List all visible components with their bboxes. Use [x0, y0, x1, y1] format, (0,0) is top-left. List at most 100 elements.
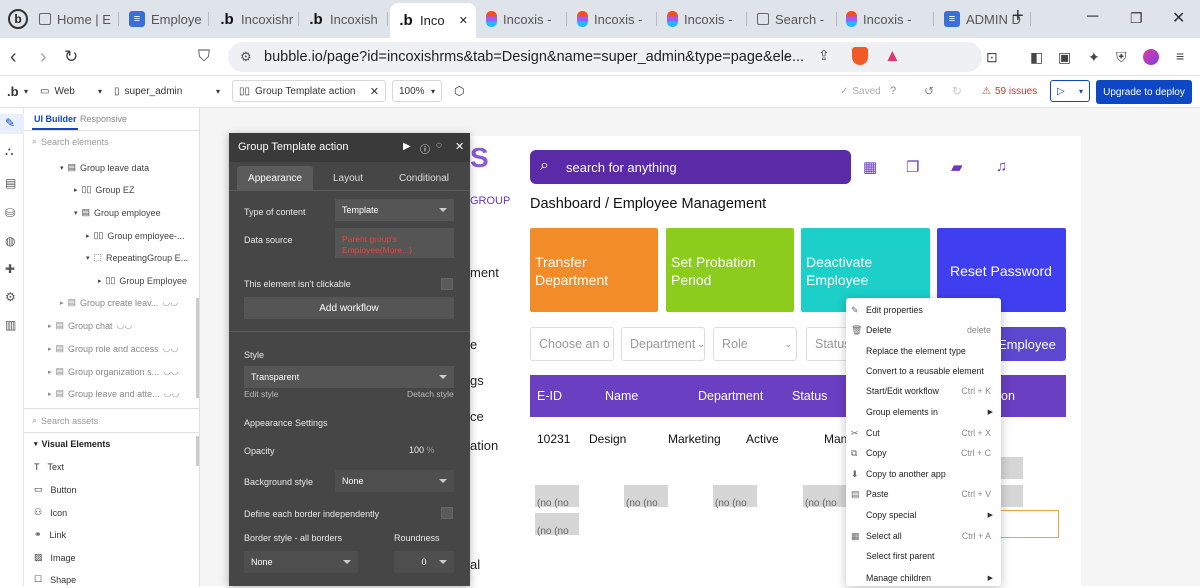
reload-icon[interactable]: ↻: [64, 47, 78, 67]
close-window-icon[interactable]: ✕: [1172, 8, 1185, 28]
tab-layout[interactable]: Layout: [313, 166, 383, 190]
plugins-icon[interactable]: ✚: [5, 262, 15, 276]
chat-bubbles-icon[interactable]: ❐: [906, 158, 919, 176]
cube-icon[interactable]: ⬡: [454, 80, 464, 102]
upgrade-deploy-button[interactable]: Upgrade to deploy: [1096, 80, 1192, 104]
tree-item[interactable]: ▾ ▤ Group leave data: [60, 162, 149, 173]
brave-rewards-icon[interactable]: ▲: [884, 46, 901, 66]
browser-tab[interactable]: Home | E: [31, 4, 119, 34]
detach-style-link[interactable]: Detach style: [407, 389, 454, 399]
zoom-icon[interactable]: ⌕: [784, 47, 792, 64]
clickable-checkbox[interactable]: [441, 278, 453, 290]
close-icon[interactable]: ✕: [455, 140, 464, 153]
logs-icon[interactable]: ▥: [5, 318, 16, 332]
tab-appearance[interactable]: Appearance: [237, 166, 313, 190]
tree-item[interactable]: ▸ ▯▯ Group employee-...: [86, 230, 184, 241]
menu-item-edit-properties[interactable]: ✎ Edit properties: [846, 300, 1001, 320]
menu-item-copy-to-another-app[interactable]: ⬇ Copy to another app: [846, 464, 1001, 484]
visual-elements-header[interactable]: ▾ Visual Elements: [34, 439, 110, 449]
bubble-app-icon[interactable]: b: [8, 9, 28, 29]
set-probation-card[interactable]: Set Probation Period: [666, 228, 794, 312]
share-icon[interactable]: ⇪: [818, 47, 830, 64]
undo-icon[interactable]: ↺: [924, 80, 934, 102]
visual-element-shape[interactable]: ☐ Shape: [34, 574, 76, 585]
hidden-eye-icon[interactable]: ◡◡: [164, 388, 180, 399]
comment-icon[interactable]: ◌: [436, 140, 442, 151]
browser-tab[interactable]: Incoxis -: [569, 4, 657, 34]
screenshot-icon[interactable]: ⊡: [986, 49, 998, 66]
tree-item[interactable]: ▸ ▤ Group leave and atte... ◡◡: [48, 388, 179, 399]
vpn-icon[interactable]: ⛨: [1116, 49, 1127, 66]
visual-element-link[interactable]: ⚭ Link: [34, 529, 66, 540]
menu-item-manage-children[interactable]: Manage children ▶: [846, 568, 1001, 588]
brave-shield-icon[interactable]: [852, 47, 868, 65]
play-icon[interactable]: ▶: [403, 141, 411, 152]
add-workflow-button[interactable]: Add workflow: [244, 297, 454, 319]
browser-tab[interactable]: Incoxis -: [478, 4, 567, 34]
info-icon[interactable]: ⓘ: [420, 141, 430, 156]
tree-item[interactable]: ▾ ⬚ RepeatingGroup E...: [86, 252, 188, 263]
edit-style-link[interactable]: Edit style: [244, 389, 279, 399]
menu-item-copy-special[interactable]: Copy special ▶: [846, 505, 1001, 525]
border-independent-checkbox[interactable]: [441, 507, 453, 519]
border-style-dropdown[interactable]: None: [244, 551, 358, 573]
roundness-dropdown[interactable]: 0: [394, 551, 454, 573]
search-assets-input[interactable]: Search assets: [41, 416, 98, 426]
property-editor[interactable]: Group Template action ▶ ⓘ ◌ ✕ Appearance…: [229, 133, 470, 586]
browser-tab[interactable]: .b Incoxishr: [211, 4, 299, 34]
close-icon[interactable]: ✕: [370, 85, 379, 98]
browser-tab[interactable]: .b Incoxish: [300, 4, 388, 34]
opacity-field[interactable]: 100 %: [409, 445, 435, 455]
menu-item-paste[interactable]: ▤ Paste Ctrl + V: [846, 484, 1001, 504]
table-row[interactable]: 10231 Design Marketing Active Man: [530, 375, 850, 446]
styles-icon[interactable]: ◍: [5, 234, 15, 248]
browser-tab[interactable]: Incoxis -: [838, 4, 934, 34]
bell-icon[interactable]: ♫: [996, 158, 1007, 175]
sidebar-icon[interactable]: ◧: [1030, 49, 1043, 66]
filter-department[interactable]: Department ⌄: [621, 327, 705, 361]
restore-icon[interactable]: ❐: [1130, 10, 1143, 27]
property-editor-header[interactable]: Group Template action ▶ ⓘ ◌ ✕: [229, 133, 470, 162]
tree-item[interactable]: ▾ ▤ Group employee: [74, 207, 161, 218]
add-employee-button[interactable]: Employee: [996, 327, 1066, 361]
browser-tab[interactable]: ≡ Employe: [121, 4, 209, 34]
address-bar[interactable]: ⚙ bubble.io/page?id=incoxishrms&tab=Desi…: [228, 42, 982, 72]
assets-scrollbar[interactable]: [196, 436, 199, 466]
menu-item-copy[interactable]: ⧉ Copy Ctrl + C: [846, 443, 1001, 463]
filter-status[interactable]: Status: [806, 327, 850, 361]
profile-avatar[interactable]: [1143, 49, 1159, 65]
pencil-icon[interactable]: ✎: [5, 116, 15, 130]
menu-item-select-first-parent[interactable]: Select first parent: [846, 546, 1001, 566]
menu-item-delete[interactable]: 🗑 Delete delete: [846, 320, 1001, 340]
new-tab-icon[interactable]: +: [1012, 5, 1024, 28]
menu-item-start-edit-workflow[interactable]: Start/Edit workflow Ctrl + K: [846, 381, 1001, 401]
transfer-department-card[interactable]: Transfer Department: [530, 228, 658, 312]
tree-item[interactable]: ▸ ▤ Group chat ◡◡: [48, 320, 132, 331]
tab-conditional[interactable]: Conditional: [385, 166, 463, 190]
page-dropdown[interactable]: ▯ super_admin ▾: [108, 80, 226, 102]
selected-cell-outline[interactable]: [1000, 510, 1059, 538]
data-icon[interactable]: ▤: [5, 176, 16, 190]
calendar-icon[interactable]: ▦: [863, 158, 877, 176]
tree-item[interactable]: ▸ ▤ Group role and access ◡◡: [48, 343, 178, 354]
menu-item-replace-the-element-type[interactable]: Replace the element type: [846, 341, 1001, 361]
tree-item[interactable]: ▸ ▤ Group create leav... ◡◡: [60, 297, 178, 308]
page-search-bar[interactable]: ⌕ search for anything: [530, 150, 851, 184]
bookmark-icon[interactable]: ⛉: [198, 48, 210, 66]
browser-tab[interactable]: .b Inco ✕: [390, 3, 476, 38]
hidden-eye-icon[interactable]: ◡◡: [163, 366, 179, 377]
back-icon[interactable]: ‹: [10, 46, 17, 69]
search-elements[interactable]: ⌕ Search elements: [32, 136, 109, 147]
platform-dropdown[interactable]: ▭ Web ▾: [40, 80, 102, 102]
close-tab-icon[interactable]: ✕: [459, 14, 468, 27]
tree-item[interactable]: ▸ ▯▯ Group Employee: [98, 275, 187, 286]
help-icon[interactable]: ?: [890, 80, 896, 102]
visual-element-text[interactable]: T Text: [34, 462, 64, 472]
database-icon[interactable]: ⛁: [5, 206, 15, 220]
element-selector[interactable]: ▯▯ Group Template action ✕: [232, 80, 386, 102]
visual-element-button[interactable]: ▭ Button: [34, 484, 77, 495]
hidden-eye-icon[interactable]: ◡◡: [162, 297, 178, 308]
tree-scrollbar[interactable]: [196, 298, 199, 398]
tab-responsive[interactable]: Responsive: [80, 114, 127, 124]
visual-element-image[interactable]: ▨ Image: [34, 552, 76, 563]
